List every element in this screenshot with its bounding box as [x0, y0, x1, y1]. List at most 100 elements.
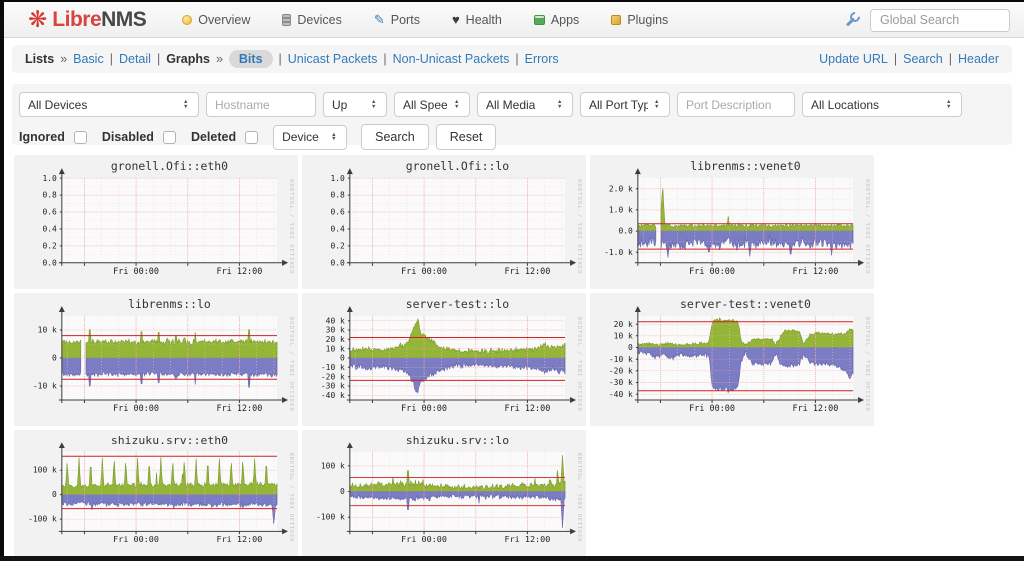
y-tick-label: 100 k: [321, 462, 345, 471]
rrdtool-watermark: RRDTOOL / TOBI OETIKER: [864, 317, 870, 412]
graph-title: server-test::lo: [406, 297, 509, 311]
y-tick-label: 0: [52, 490, 57, 499]
y-tick-label: 10 k: [38, 326, 57, 335]
deleted-checkbox[interactable]: [245, 131, 258, 144]
screen-edge-top: [0, 0, 1024, 2]
y-tick-label: 0.0: [618, 227, 633, 236]
select-arrows-icon: ▲▼: [454, 100, 461, 109]
graph-title: gronell.Ofi::eth0: [111, 159, 228, 173]
menu-item-apps[interactable]: Apps: [534, 13, 580, 27]
select-arrows-icon: ▲▼: [371, 100, 378, 109]
search-button[interactable]: Search: [361, 124, 429, 150]
graph-title: librenms::lo: [128, 297, 211, 311]
breadcrumb-unicast-packets[interactable]: Unicast Packets: [288, 52, 378, 66]
menu-item-ports[interactable]: ✎Ports: [374, 13, 420, 27]
checkbox-label-deleted: Deleted: [191, 130, 236, 144]
select-arrows-icon: ▲▼: [946, 100, 953, 109]
graph-panel-server-test-venet0[interactable]: 20 k10 k0-10 k-20 k-30 k-40 kFri 00:00Fr…: [590, 293, 874, 426]
sort-by-select[interactable]: Device▲▼: [273, 125, 347, 150]
rrdtool-watermark: RRDTOOL / TOBI OETIKER: [576, 179, 582, 274]
menu-item-devices[interactable]: Devices: [282, 13, 341, 27]
reset-button[interactable]: Reset: [436, 124, 497, 150]
y-tick-label: 0.6: [330, 208, 345, 217]
port-description-input[interactable]: [677, 92, 795, 117]
selected-value: Device: [282, 130, 325, 144]
media-filter-select[interactable]: All Media▲▼: [477, 92, 573, 117]
breadcrumb-actions: Update URL|Search|Header: [819, 52, 999, 66]
breadcrumb-separator: |: [383, 52, 386, 66]
x-tick-label: Fri 12:00: [217, 403, 263, 413]
cube-icon: [611, 15, 621, 25]
y-tick-label: 0.2: [42, 241, 57, 250]
rrdtool-watermark: RRDTOOL / TOBI OETIKER: [864, 179, 870, 274]
tab-bits-active[interactable]: Bits: [229, 50, 273, 68]
rrdtool-watermark: RRDTOOL / TOBI OETIKER: [576, 317, 582, 412]
x-tick-label: Fri 00:00: [401, 403, 447, 413]
y-tick-label: -1.0 k: [604, 248, 633, 257]
librenms-logo[interactable]: ❋ LibreNMS: [28, 8, 146, 32]
port-graph-svg: 100 k0-100 kFri 00:00Fri 12:00shizuku.sr…: [302, 430, 586, 556]
rrdtool-watermark: RRDTOOL / TOBI OETIKER: [288, 317, 294, 412]
apps-icon: [534, 15, 545, 25]
y-tick-label: -40 k: [609, 390, 633, 399]
wrench-icon[interactable]: [843, 13, 858, 28]
breadcrumb-header[interactable]: Header: [958, 52, 999, 66]
menu-item-plugins[interactable]: Plugins: [611, 13, 668, 27]
location-filter-select[interactable]: All Locations ▲▼: [802, 92, 962, 117]
x-tick-label: Fri 12:00: [505, 403, 551, 413]
disabled-checkbox[interactable]: [163, 131, 176, 144]
graph-panel-gronell-ofi-lo[interactable]: 1.00.80.60.40.20.0Fri 00:00Fri 12:00gron…: [302, 155, 586, 289]
y-tick-label: -20 k: [321, 372, 345, 381]
x-tick-label: Fri 00:00: [401, 267, 447, 277]
librenms-logo-icon: ❋: [28, 8, 47, 31]
breadcrumb-separator: |: [515, 52, 518, 66]
breadcrumb: Lists»Basic|Detail|Graphs»Bits|Unicast P…: [25, 50, 559, 68]
breadcrumb-errors[interactable]: Errors: [525, 52, 559, 66]
lightbulb-icon: [182, 15, 192, 25]
ignored-checkbox[interactable]: [74, 131, 87, 144]
navbar-right: [843, 2, 1010, 38]
selected-value: All Media: [486, 98, 551, 112]
graph-panel-shizuku-srv-lo[interactable]: 100 k0-100 kFri 00:00Fri 12:00shizuku.sr…: [302, 430, 586, 556]
y-tick-label: -40 k: [321, 391, 345, 400]
breadcrumb-separator: |: [949, 52, 952, 66]
port-type-filter-select[interactable]: All Port Types▲▼: [580, 92, 670, 117]
x-tick-label: Fri 12:00: [505, 267, 551, 277]
menu-item-label: Overview: [198, 13, 250, 27]
graph-title: librenms::venet0: [690, 159, 800, 173]
graph-panel-librenms-venet0[interactable]: 2.0 k1.0 k0.0-1.0 kFri 00:00Fri 12:00lib…: [590, 155, 874, 289]
menu-item-overview[interactable]: Overview: [182, 13, 250, 27]
graph-panel-shizuku-srv-eth0[interactable]: 100 k0-100 kFri 00:00Fri 12:00shizuku.sr…: [14, 430, 298, 556]
y-tick-label: 30 k: [326, 326, 345, 335]
global-search-input[interactable]: [870, 9, 1010, 32]
x-tick-label: Fri 00:00: [113, 534, 159, 544]
hostname-input[interactable]: [206, 92, 316, 117]
speed-filter-select[interactable]: All Speeds▲▼: [394, 92, 470, 117]
selected-value: All Locations: [811, 98, 940, 112]
x-tick-label: Fri 12:00: [793, 267, 839, 277]
breadcrumb-basic[interactable]: Basic: [73, 52, 104, 66]
port-graph-svg: 40 k30 k20 k10 k0-10 k-20 k-30 k-40 kFri…: [302, 293, 586, 426]
y-tick-label: -20 k: [609, 366, 633, 375]
selected-value: All Port Types: [589, 98, 648, 112]
server-icon: [282, 14, 291, 26]
graph-title: shizuku.srv::eth0: [111, 434, 228, 447]
device-filter-select[interactable]: All Devices▲▼: [19, 92, 199, 117]
breadcrumb-detail[interactable]: Detail: [119, 52, 151, 66]
x-tick-label: Fri 00:00: [401, 534, 447, 544]
y-tick-label: 0.8: [42, 191, 57, 200]
y-tick-label: 20 k: [326, 335, 345, 344]
x-tick-label: Fri 00:00: [689, 267, 735, 277]
graph-panel-librenms-lo[interactable]: 10 k0-10 kFri 00:00Fri 12:00librenms::lo…: [14, 293, 298, 426]
y-tick-label: 1.0 k: [609, 205, 633, 214]
graph-panel-gronell-ofi-eth0[interactable]: 1.00.80.60.40.20.0Fri 00:00Fri 12:00gron…: [14, 155, 298, 289]
breadcrumb-bar: Lists»Basic|Detail|Graphs»Bits|Unicast P…: [12, 45, 1012, 73]
breadcrumb-update-url[interactable]: Update URL: [819, 52, 888, 66]
y-tick-label: 1.0: [330, 174, 345, 183]
status-filter-select[interactable]: Up▲▼: [323, 92, 387, 117]
breadcrumb-non-unicast-packets[interactable]: Non-Unicast Packets: [393, 52, 510, 66]
graph-panel-server-test-lo[interactable]: 40 k30 k20 k10 k0-10 k-20 k-30 k-40 kFri…: [302, 293, 586, 426]
breadcrumb-separator: »: [60, 52, 67, 66]
breadcrumb-search[interactable]: Search: [903, 52, 943, 66]
menu-item-health[interactable]: ♥Health: [452, 13, 502, 27]
